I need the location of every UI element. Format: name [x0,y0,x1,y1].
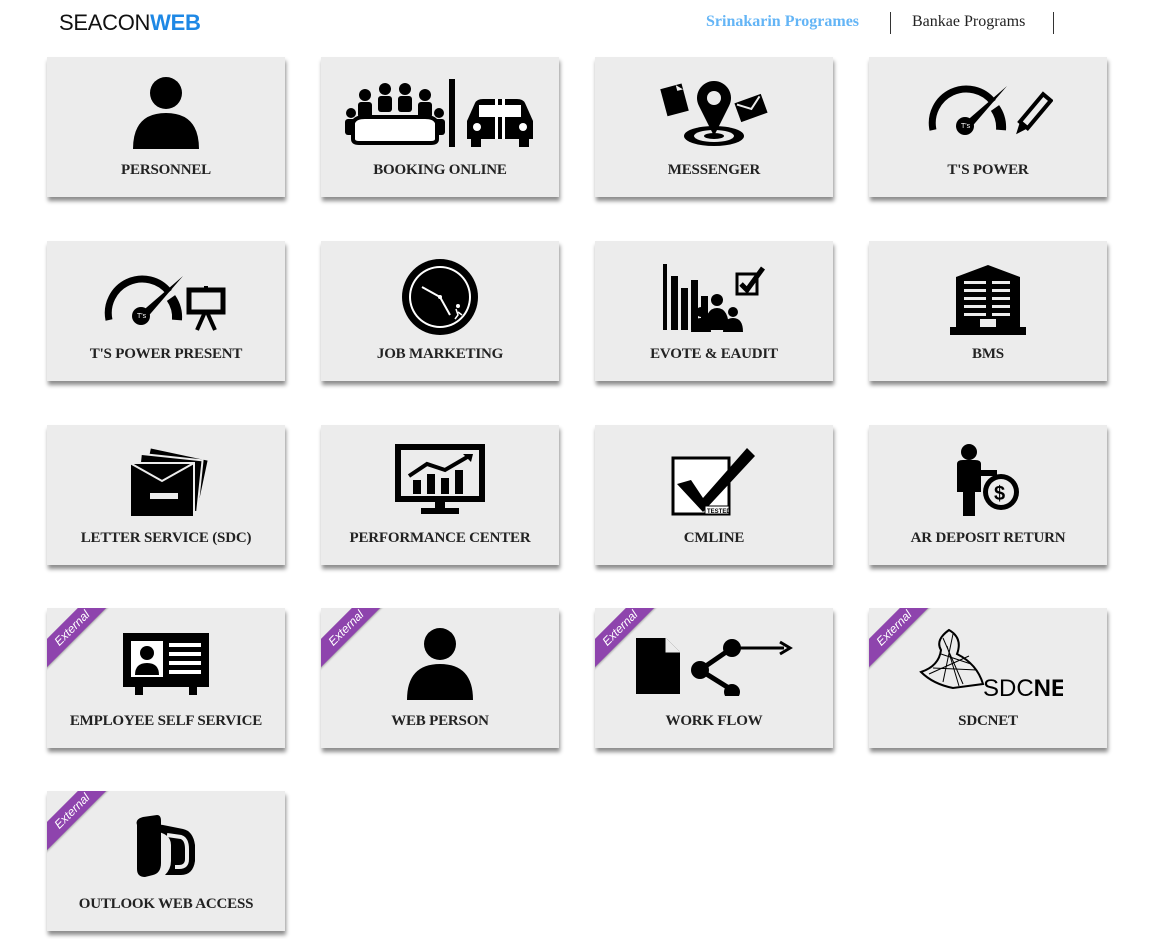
tile-label: SDCNET [958,713,1018,729]
speedometer-presentation-icon: T's [47,255,285,339]
person-icon [47,71,285,155]
id-card-icon [47,622,285,706]
tile-ar-deposit-return[interactable]: $ AR DEPOSIT RETURN [869,425,1107,565]
tile-label: T'S POWER PRESENT [89,346,243,362]
tile-work-flow[interactable]: External WORK FLOW [595,608,833,748]
tile-label: LETTER SERVICE (SDC) [80,530,252,546]
svg-text:T's: T's [137,313,147,320]
tile-label: BOOKING ONLINE [373,162,507,178]
tile-ts-power[interactable]: T's T'S POWER [869,57,1107,197]
tile-label: EVOTE & EAUDIT [650,346,778,362]
nav-divider [1053,12,1054,34]
speedometer-pencil-icon: T's [869,71,1107,155]
tile-sdcnet[interactable]: External SDCNET SDCNET [869,608,1107,748]
brand-logo[interactable]: SEACONWEB [59,10,201,36]
building-icon [869,255,1107,339]
tile-label: AR DEPOSIT RETURN [910,530,1066,546]
tile-label: EMPLOYEE SELF SERVICE [69,713,263,729]
tile-personnel[interactable]: PERSONNEL [47,57,285,197]
tile-evote-eaudit[interactable]: EVOTE & EAUDIT [595,241,833,381]
tile-booking-online[interactable]: BOOKING ONLINE [321,57,559,197]
checkmark-tested-icon: TESTED [595,439,833,523]
tile-cmline[interactable]: TESTED CMLINE [595,425,833,565]
svg-text:SDCNET: SDCNET [983,675,1063,702]
nav-bankae-programs[interactable]: Bankae Programs [912,13,1025,31]
tile-label: PERFORMANCE CENTER [349,530,531,546]
tile-outlook-web-access[interactable]: External OUTLOOK WEB ACCESS [47,791,285,931]
tile-letter-service[interactable]: LETTER SERVICE (SDC) [47,425,285,565]
tile-job-marketing[interactable]: JOB MARKETING [321,241,559,381]
tile-label: WEB PERSON [391,713,489,729]
document-share-icon [595,622,833,706]
svg-text:TESTED: TESTED [707,509,731,515]
svg-text:$: $ [994,483,1005,505]
tile-ts-power-present[interactable]: T's T'S POWER PRESENT [47,241,285,381]
vote-chart-icon [595,255,833,339]
sdcnet-logo-icon: SDCNET [869,622,1107,706]
tile-employee-self-service[interactable]: External EMPLOYEE SELF SERVICE [47,608,285,748]
svg-text:T's: T's [961,123,971,130]
person-icon [321,622,559,706]
nav-divider [890,12,891,34]
tile-label: CMLINE [683,530,745,546]
tile-web-person[interactable]: External WEB PERSON [321,608,559,748]
sdcnet-logo-sdc: SDC [983,675,1034,702]
brand-part1: SEACON [59,10,151,35]
tile-bms[interactable]: BMS [869,241,1107,381]
tile-messenger[interactable]: MESSENGER [595,57,833,197]
map-pin-icon [595,71,833,155]
tile-label: WORK FLOW [665,713,763,729]
letters-icon [47,439,285,523]
tile-label: BMS [972,346,1004,362]
header: SEACONWEB Srinakarin Programes Bankae Pr… [0,0,1153,46]
sdcnet-logo-net: NET [1034,675,1063,702]
outlook-icon [47,805,285,889]
monitor-chart-icon [321,439,559,523]
tile-label: PERSONNEL [121,162,211,178]
tile-label: JOB MARKETING [376,346,504,362]
brand-part2: WEB [150,10,201,35]
clock-icon [321,255,559,339]
person-dollar-icon: $ [869,439,1107,523]
tile-performance-center[interactable]: PERFORMANCE CENTER [321,425,559,565]
nav-srinakarin-programes[interactable]: Srinakarin Programes [706,13,859,31]
meeting-car-icon [321,71,559,155]
tile-label: T'S POWER [947,162,1029,178]
tile-label: OUTLOOK WEB ACCESS [78,896,254,912]
tile-label: MESSENGER [667,162,761,178]
